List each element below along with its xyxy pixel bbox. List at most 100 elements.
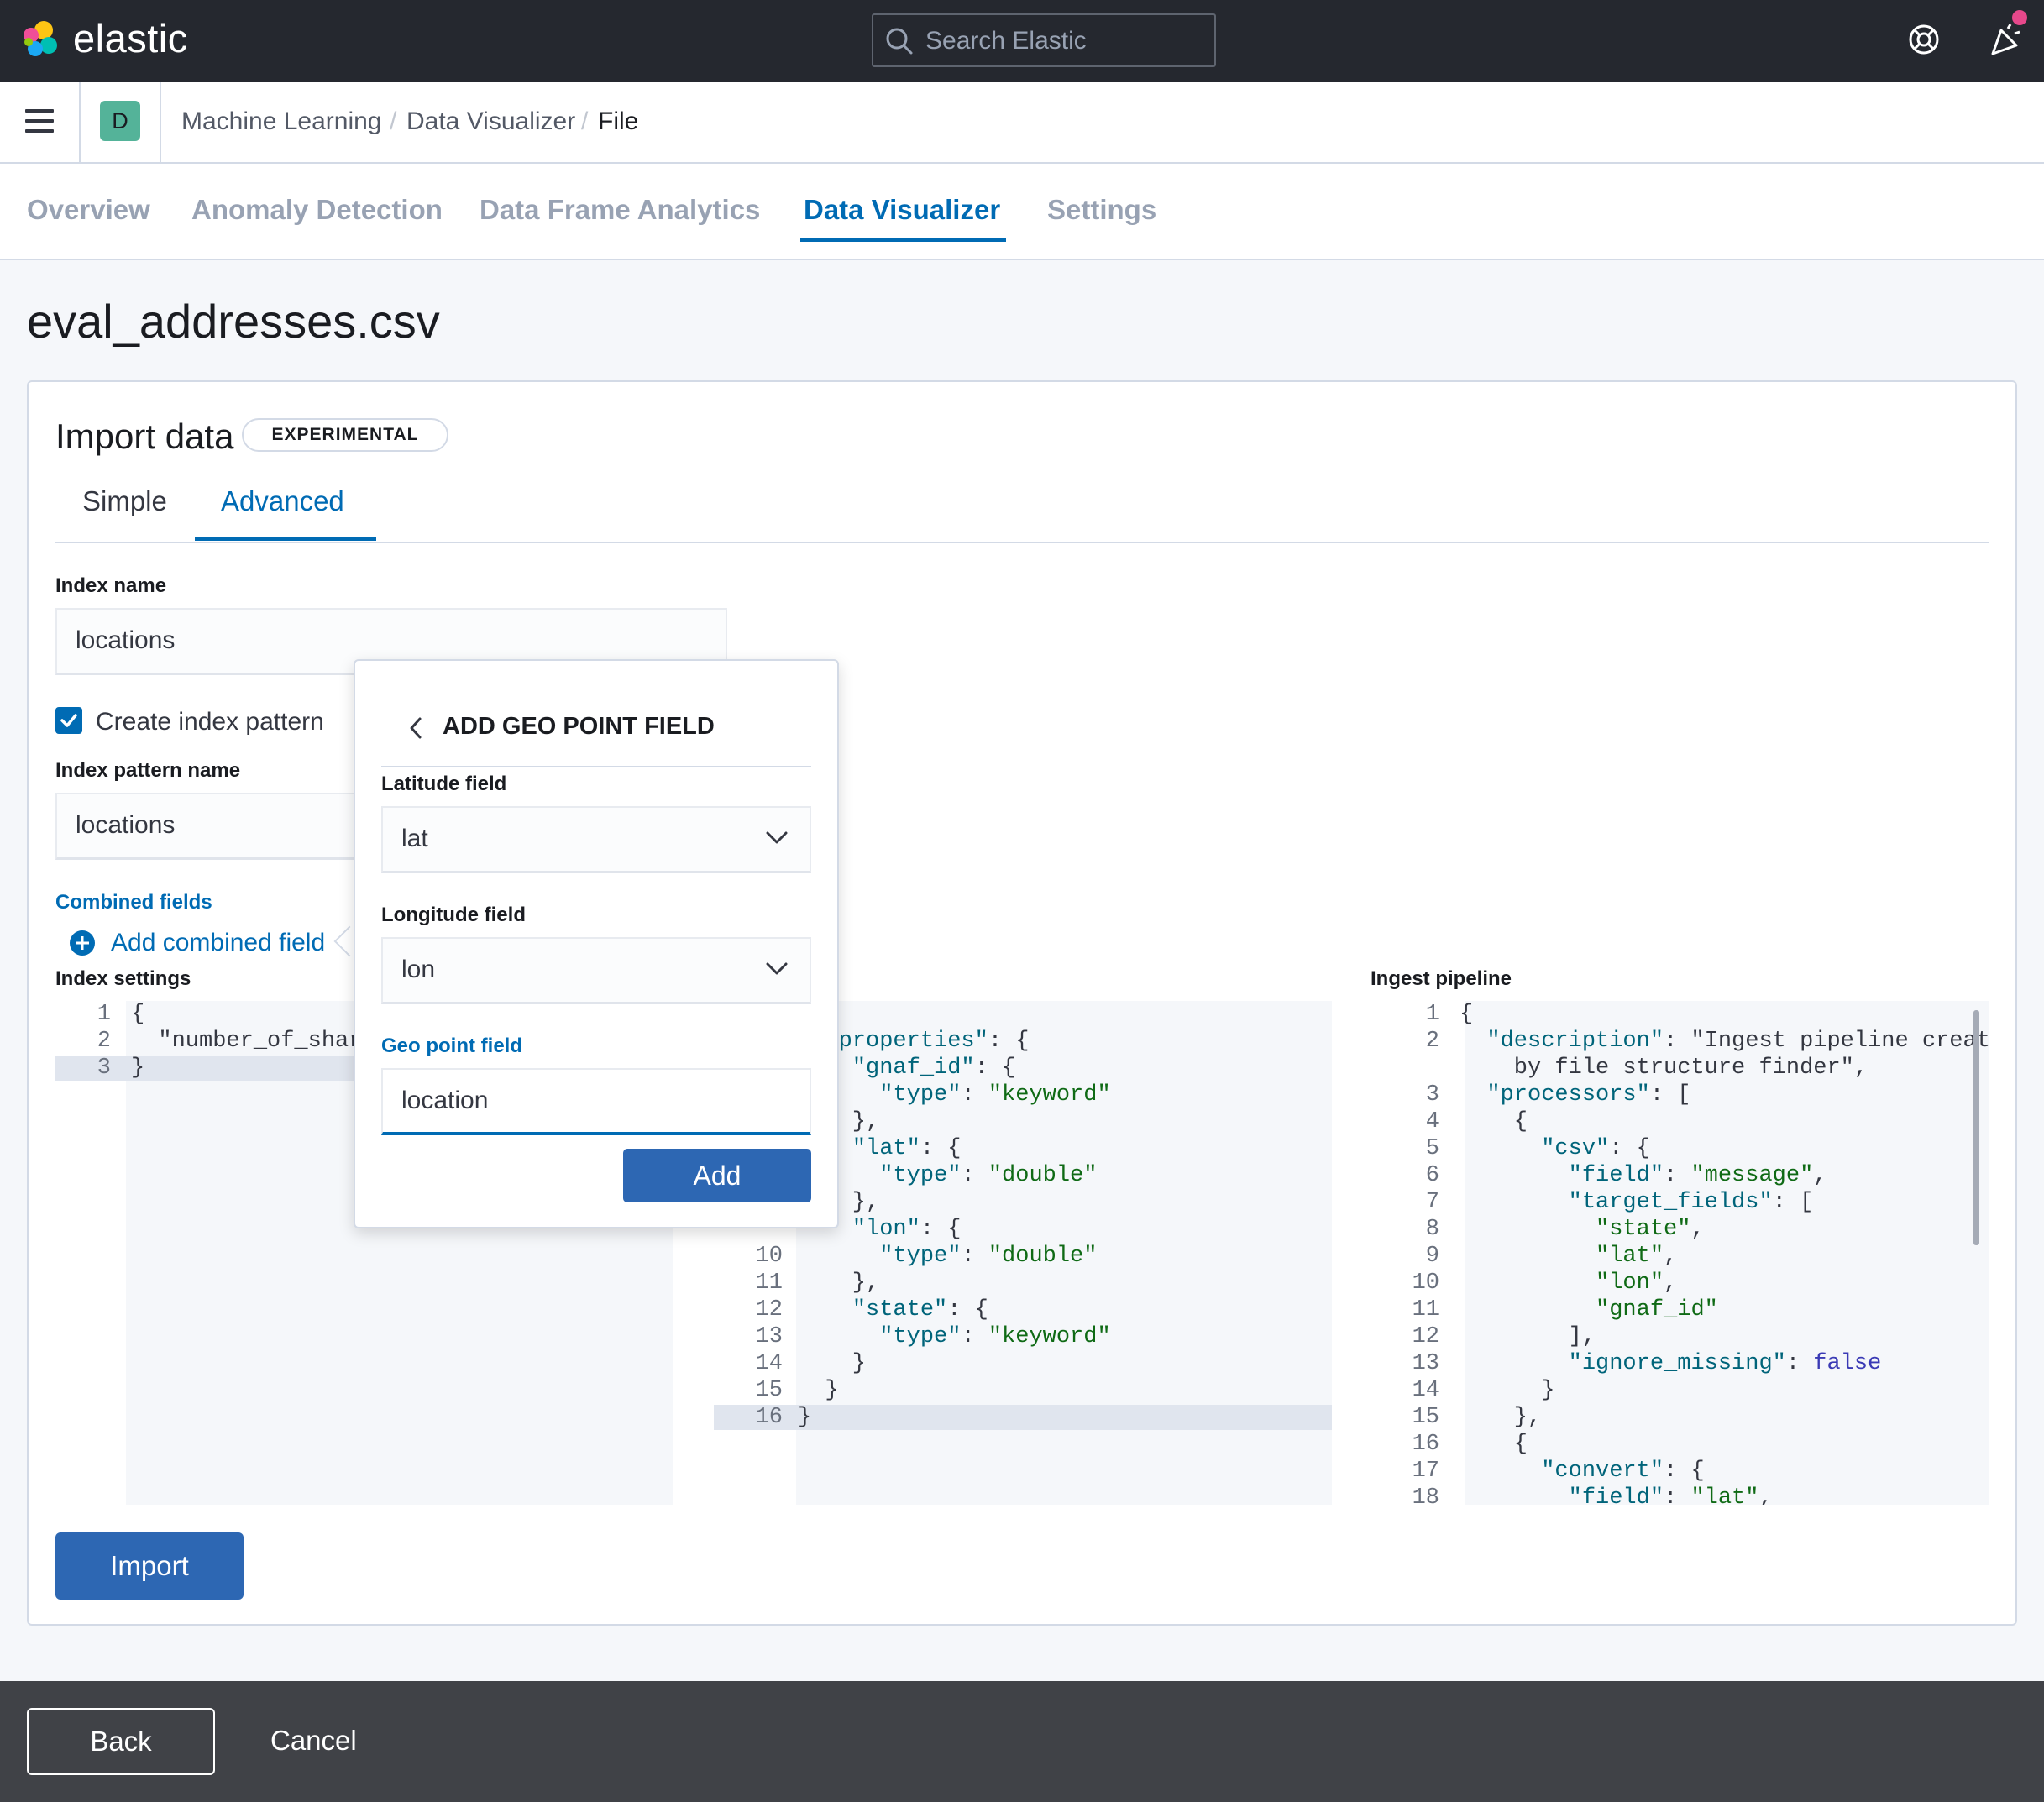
line-number: 7 xyxy=(1425,1190,1439,1215)
index-pattern-name-input[interactable]: locations xyxy=(55,793,391,860)
bottom-bar: Back Cancel xyxy=(0,1681,2044,1802)
import-button[interactable]: Import xyxy=(55,1532,244,1600)
line-number: 14 xyxy=(755,1351,783,1376)
line-number: 2 xyxy=(97,1029,111,1054)
line-number: 3 xyxy=(1425,1082,1439,1108)
code-line: "field": "lat", xyxy=(1568,1485,1773,1505)
combined-fields-label: Combined fields xyxy=(55,891,212,914)
code-line: "type": "keyword" xyxy=(879,1324,1111,1349)
line-number: 1 xyxy=(1425,1002,1439,1027)
latitude-field-select[interactable]: lat xyxy=(381,806,811,873)
code-line: "number_of_shards xyxy=(131,1029,390,1054)
tab-data-frame-analytics[interactable]: Data Frame Analytics xyxy=(480,194,760,226)
line-number: 14 xyxy=(1412,1378,1439,1403)
geo-point-field-input[interactable]: location xyxy=(381,1068,811,1135)
line-number: 13 xyxy=(1412,1351,1439,1376)
help-icon[interactable] xyxy=(1908,24,1940,55)
subtab-advanced[interactable]: Advanced xyxy=(221,485,344,517)
code-line: "description": "Ingest pipeline created xyxy=(1486,1029,1989,1054)
brand-name: elastic xyxy=(73,16,188,60)
line-number: 2 xyxy=(1425,1029,1439,1054)
page-title: eval_addresses.csv xyxy=(27,295,440,348)
line-number: 11 xyxy=(1412,1297,1439,1323)
line-number: 16 xyxy=(1412,1432,1439,1457)
divider xyxy=(160,82,161,164)
checkmark-icon xyxy=(60,714,77,727)
import-data-title: Import data xyxy=(55,416,234,456)
editor-scrollbar[interactable] xyxy=(1973,1010,1979,1245)
line-number: 17 xyxy=(1412,1459,1439,1484)
create-index-pattern-label[interactable]: Create index pattern xyxy=(96,708,324,736)
code-line: "lat", xyxy=(1596,1244,1678,1269)
longitude-field-select[interactable]: lon xyxy=(381,937,811,1004)
code-line: "state": { xyxy=(852,1297,988,1323)
divider xyxy=(79,82,81,164)
code-line: { xyxy=(1460,1109,1528,1134)
space-avatar[interactable]: D xyxy=(100,101,140,141)
popover-title: ADD GEO POINT FIELD xyxy=(443,713,715,740)
line-number: 12 xyxy=(1412,1324,1439,1349)
line-number xyxy=(1384,1055,1439,1082)
code-line: "processors": [ xyxy=(1486,1082,1691,1108)
line-number: 8 xyxy=(1425,1217,1439,1242)
geo-point-field-label: Geo point field xyxy=(381,1035,522,1057)
tab-settings[interactable]: Settings xyxy=(1047,194,1156,226)
line-number: 15 xyxy=(755,1378,783,1403)
create-index-pattern-checkbox[interactable] xyxy=(55,707,82,734)
breadcrumb-file: File xyxy=(598,107,639,135)
line-number: 18 xyxy=(1412,1485,1439,1505)
active-subtab-indicator xyxy=(195,537,376,541)
line-number: 15 xyxy=(1412,1405,1439,1430)
ml-tabs: Overview Anomaly Detection Data Frame An… xyxy=(0,164,2044,260)
breadcrumb-data-visualizer[interactable]: Data Visualizer xyxy=(406,107,575,136)
code-line: { xyxy=(1460,1002,1474,1027)
subtab-simple[interactable]: Simple xyxy=(82,485,167,517)
code-line: "type": "double" xyxy=(879,1163,1098,1188)
popover-divider xyxy=(381,766,811,767)
latitude-field-value: lat xyxy=(401,825,428,852)
chevron-left-icon[interactable] xyxy=(406,715,425,741)
cancel-button[interactable]: Cancel xyxy=(270,1725,357,1757)
code-line: "lon", xyxy=(1596,1270,1678,1296)
ingest-pipeline-label: Ingest pipeline xyxy=(1371,967,1512,990)
code-line: }, xyxy=(798,1270,880,1296)
add-geo-point-button[interactable]: Add xyxy=(623,1149,811,1202)
line-number: 13 xyxy=(755,1324,783,1349)
search-placeholder: Search Elastic xyxy=(925,27,1087,55)
line-number: 10 xyxy=(1412,1270,1439,1296)
code-line: } xyxy=(1460,1378,1555,1403)
index-pattern-name-label: Index pattern name xyxy=(55,759,241,782)
code-line: "field": "message", xyxy=(1568,1163,1827,1188)
code-line: "csv": { xyxy=(1541,1136,1650,1161)
active-tab-indicator xyxy=(800,238,1006,242)
code-line: "state", xyxy=(1596,1217,1705,1242)
code-line: { xyxy=(131,1002,145,1027)
tab-data-visualizer[interactable]: Data Visualizer xyxy=(804,194,1000,226)
chevron-down-icon xyxy=(766,962,788,975)
search-input[interactable]: Search Elastic xyxy=(872,13,1216,67)
code-line: "type": "double" xyxy=(879,1244,1098,1269)
tab-overview[interactable]: Overview xyxy=(27,194,150,226)
menu-toggle-icon[interactable] xyxy=(25,109,54,134)
code-line: ], xyxy=(1460,1324,1596,1349)
plus-circle-icon[interactable] xyxy=(69,930,96,956)
tab-anomaly-detection[interactable]: Anomaly Detection xyxy=(191,194,443,226)
code-line: by file structure finder", xyxy=(1460,1056,1868,1081)
elastic-logo-icon[interactable] xyxy=(18,17,62,60)
breadcrumb-separator: / xyxy=(390,107,397,135)
line-number: 4 xyxy=(1425,1109,1439,1134)
subtab-divider xyxy=(55,542,1989,543)
breadcrumb-machine-learning[interactable]: Machine Learning xyxy=(181,107,382,136)
code-line: "convert": { xyxy=(1541,1459,1705,1484)
top-header: elastic Search Elastic xyxy=(0,0,2044,82)
back-button[interactable]: Back xyxy=(27,1708,215,1775)
code-line: { xyxy=(1460,1432,1528,1457)
line-number: 10 xyxy=(755,1244,783,1269)
add-combined-field-link[interactable]: Add combined field xyxy=(111,929,325,957)
newsfeed-icon[interactable] xyxy=(1988,22,2023,57)
code-line: "gnaf_id" xyxy=(1596,1297,1718,1323)
chevron-down-icon xyxy=(766,831,788,844)
ingest-pipeline-editor[interactable]: 1 {2 "description": "Ingest pipeline crea… xyxy=(1371,1001,1989,1505)
line-number: 5 xyxy=(1425,1136,1439,1161)
code-line: "ignore_missing": false xyxy=(1568,1351,1882,1376)
